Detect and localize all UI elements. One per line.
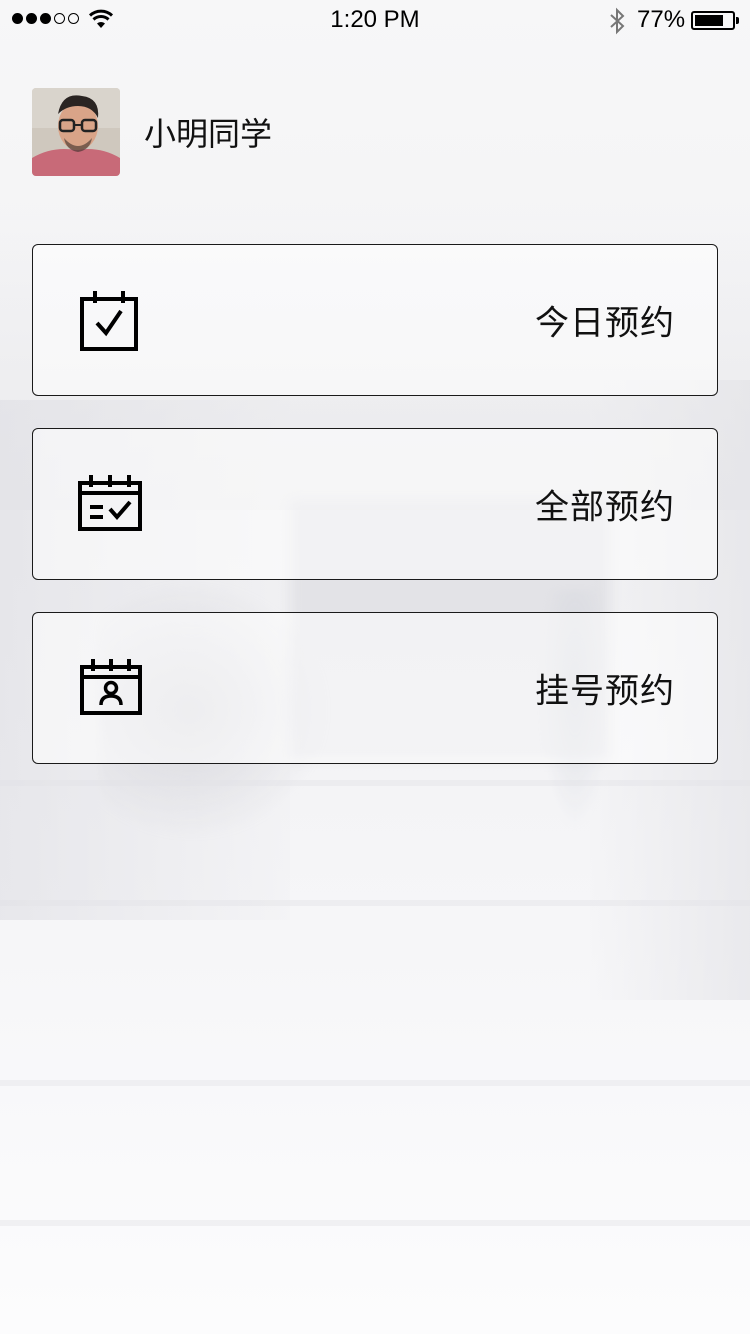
user-profile[interactable]: 小明同学 bbox=[32, 88, 272, 176]
all-appointments-label: 全部预约 bbox=[535, 487, 675, 528]
battery-icon bbox=[691, 11, 739, 30]
calendar-check-icon bbox=[80, 291, 138, 351]
all-appointments-button[interactable]: 全部预约 bbox=[32, 428, 718, 580]
battery-percent: 77% bbox=[637, 6, 686, 33]
avatar[interactable] bbox=[32, 88, 120, 176]
username: 小明同学 bbox=[144, 115, 273, 153]
calendar-person-icon bbox=[80, 659, 142, 715]
calendar-list-check-icon bbox=[78, 475, 142, 531]
registration-appointment-button[interactable]: 挂号预约 bbox=[32, 612, 718, 764]
today-appointments-button[interactable]: 今日预约 bbox=[32, 244, 718, 396]
today-appointments-label: 今日预约 bbox=[535, 303, 675, 344]
status-bar: 1:20 PM 77% bbox=[0, 0, 750, 40]
bluetooth-icon bbox=[610, 7, 625, 35]
registration-appointment-label: 挂号预约 bbox=[535, 671, 675, 712]
